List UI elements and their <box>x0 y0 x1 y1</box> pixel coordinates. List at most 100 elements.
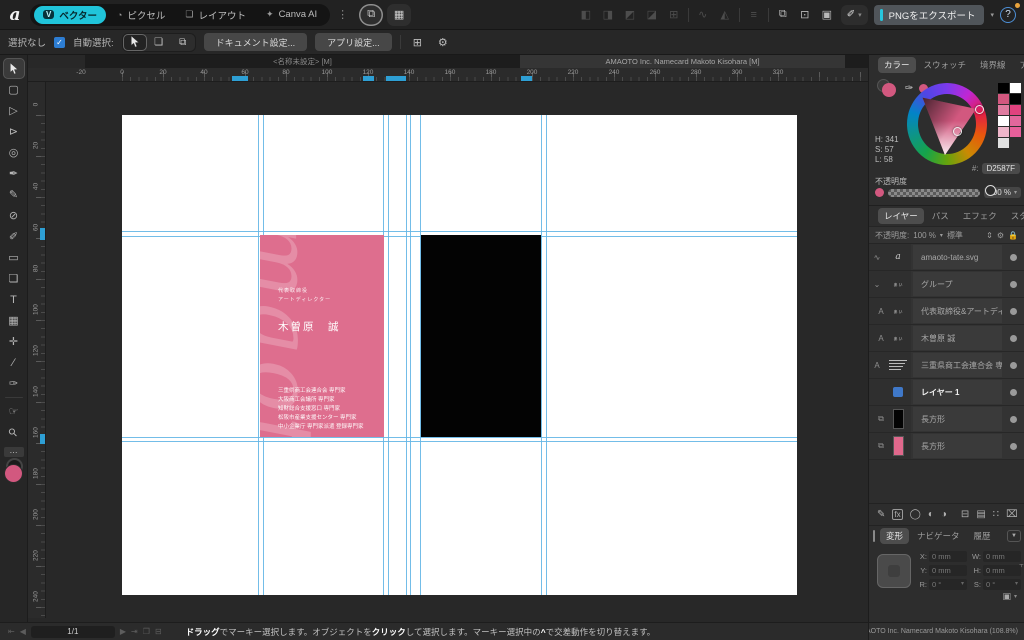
layer-opacity-value[interactable]: 100 % <box>913 231 936 240</box>
guide-line-vertical[interactable] <box>406 115 407 595</box>
assets-grid-button[interactable]: ▦ <box>387 4 411 26</box>
toolbar-color-swatch[interactable] <box>3 460 25 484</box>
pattern-layer-icon[interactable]: ∷ <box>993 509 999 520</box>
tab-変形[interactable]: 変形 <box>880 528 909 544</box>
layer-name[interactable]: 長方形 <box>913 407 1002 431</box>
tab-境界線[interactable]: 境界線 <box>974 57 1012 73</box>
stepper-icon[interactable]: ⇕ <box>986 231 993 240</box>
guide-line-horizontal[interactable] <box>122 231 797 232</box>
layer-row[interactable]: ∿aamaoto-tate.svg <box>869 244 1024 271</box>
live-filter-icon[interactable]: ◑ <box>941 509 947 520</box>
guide-line-vertical[interactable] <box>546 115 547 595</box>
color-picker-tool[interactable]: ✑ <box>3 373 25 394</box>
color-swatch[interactable] <box>1010 83 1021 93</box>
zoom-tool[interactable]: ⚲ <box>3 422 25 443</box>
hex-field[interactable]: D2587F <box>982 163 1020 174</box>
link-dimensions-icon[interactable]: ⫟ <box>1019 560 1024 570</box>
fill-color-circle[interactable] <box>4 464 23 483</box>
next-page-icon[interactable]: ▶ <box>120 627 126 636</box>
knife-tool[interactable]: ∕ <box>3 352 25 373</box>
page-indicator[interactable]: 1/1 <box>31 626 115 638</box>
persona-tab-レイアウト[interactable]: ❏レイアウト <box>176 6 255 24</box>
persona-tab-ベクター[interactable]: Vベクター <box>34 6 106 24</box>
contour-tool[interactable]: ⊳ <box>3 121 25 142</box>
artboard-tool[interactable]: ▢ <box>3 79 25 100</box>
layer-row[interactable]: Aあ い代表取締役&アートディレク… <box>869 298 1024 325</box>
pencil-tool[interactable]: ✎ <box>3 184 25 205</box>
color-swatch[interactable] <box>1010 94 1021 104</box>
point-transform-tool[interactable]: ✛ <box>3 331 25 352</box>
guide-line-vertical[interactable] <box>258 115 259 595</box>
layer-name[interactable]: amaoto-tate.svg <box>913 245 1002 269</box>
persona-tab-ピクセル[interactable]: ◔ピクセル <box>108 6 174 24</box>
layer-row[interactable]: Aあ い木曽原 誠 <box>869 325 1024 352</box>
field-input[interactable]: 0 mm <box>983 551 1021 562</box>
tab-エフェク[interactable]: エフェク <box>957 208 1003 224</box>
color-swatch[interactable] <box>1010 127 1021 137</box>
snapping-icon[interactable]: ⊞ <box>409 36 426 49</box>
layer-row[interactable]: レイヤー 1 <box>869 379 1024 406</box>
lock-icon[interactable]: 🔒 <box>1008 231 1018 240</box>
prev-page-icon[interactable]: ◀ <box>20 627 26 636</box>
layer-row[interactable]: ⌄あ いグループ <box>869 271 1024 298</box>
document-settings-button[interactable]: ドキュメント設定... <box>204 33 308 51</box>
layer-name[interactable]: 長方形 <box>913 434 1002 458</box>
rectangle-tool[interactable]: ▭ <box>3 247 25 268</box>
eyedropper-icon[interactable]: ✑ <box>905 83 913 94</box>
export-png-button[interactable]: PNGをエクスポート <box>874 5 985 25</box>
field-input[interactable]: 0 mm <box>983 565 1021 576</box>
blend-mode-value[interactable]: 標準 <box>947 230 963 241</box>
layer-fx-icon[interactable]: fx <box>892 509 902 520</box>
node-tool[interactable]: ▷ <box>3 100 25 121</box>
select-cursor-button[interactable] <box>123 34 147 51</box>
move-tool[interactable] <box>3 58 25 79</box>
layer-name[interactable]: レイヤー 1 <box>913 380 1002 404</box>
mask-layer-icon[interactable]: ◯ <box>910 509 921 520</box>
field-input[interactable]: 0 °▾ <box>929 579 967 590</box>
saturation-marker[interactable] <box>953 127 962 136</box>
tab-レイヤー[interactable]: レイヤー <box>878 208 924 224</box>
insert-top-icon[interactable]: ⊡ <box>797 8 813 21</box>
tab-スウォッチ[interactable]: スウォッチ <box>918 57 973 73</box>
tab-カラー[interactable]: カラー <box>878 57 916 73</box>
layer-name[interactable]: グループ <box>913 272 1002 296</box>
color-swatch[interactable] <box>1010 116 1021 126</box>
new-group-icon[interactable]: ▤ <box>976 509 985 520</box>
horizontal-ruler[interactable]: -200204060801001201401601802002202402602… <box>28 68 868 82</box>
delete-page-icon[interactable]: ⊟ <box>155 627 162 636</box>
hand-tool[interactable]: ☞ <box>3 401 25 422</box>
persona-overflow-menu[interactable]: ⋮ <box>330 8 355 21</box>
field-input[interactable]: 0 mm <box>929 565 967 576</box>
gear-icon[interactable]: ⚙ <box>997 231 1004 240</box>
affinity-logo[interactable]: a <box>0 5 30 25</box>
layer-name[interactable]: 木曽原 誠 <box>913 326 1002 350</box>
panel-drag-handle[interactable] <box>873 530 875 542</box>
fill-swatch[interactable] <box>882 83 896 97</box>
guide-line-vertical[interactable] <box>541 115 542 595</box>
expand-icon[interactable]: ⌄ <box>869 271 885 297</box>
doc-tab-active[interactable]: AMAOTO Inc. Namecard Makoto Kisohara [M] <box>520 55 845 68</box>
guide-line-vertical[interactable] <box>388 115 389 595</box>
layer-name[interactable]: 代表取締役&アートディレク… <box>913 299 1002 323</box>
panel-menu-icon[interactable]: ▼ <box>1007 530 1021 542</box>
visibility-toggle[interactable] <box>1002 298 1024 324</box>
visibility-toggle[interactable] <box>1002 325 1024 351</box>
auto-select-checkbox[interactable]: ✓ <box>54 37 65 48</box>
persona-tab-Canva AI[interactable]: ✦Canva AI <box>257 6 326 24</box>
guide-line-vertical[interactable] <box>410 115 411 595</box>
tab-ナビゲータ[interactable]: ナビゲータ <box>911 528 966 544</box>
tab-スタイル[interactable]: スタイル <box>1005 208 1024 224</box>
color-swatch[interactable] <box>998 138 1009 148</box>
layer-name[interactable]: 三重県商工会連合会 専門家 大… <box>913 353 1002 377</box>
hardware-accel-button[interactable]: ✐ ▾ <box>841 5 868 25</box>
export-dropdown-icon[interactable]: ▾ <box>990 11 994 19</box>
anchor-selector[interactable] <box>877 554 911 588</box>
guide-line-horizontal[interactable] <box>122 441 797 442</box>
visibility-toggle[interactable] <box>1002 244 1024 270</box>
first-page-icon[interactable]: ⇤ <box>8 627 15 636</box>
color-swatch[interactable] <box>998 83 1009 93</box>
artistic-text-tool[interactable]: T <box>3 289 25 310</box>
delete-layer-icon[interactable]: ⌧ <box>1006 509 1018 520</box>
shapes-library-button[interactable]: ⧉ <box>359 4 383 26</box>
doc-tab-untitled[interactable]: <名称未設定> [M] <box>85 55 520 68</box>
